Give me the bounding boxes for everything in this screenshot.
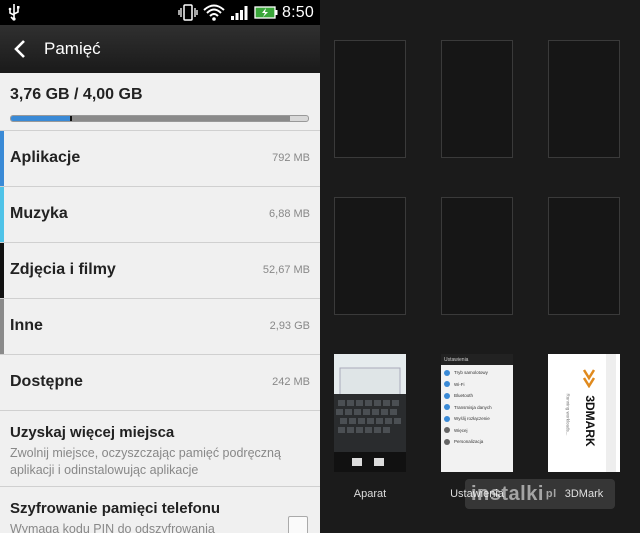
action-bar: Pamięć xyxy=(0,25,320,73)
thumb-settings-item: Personalizacja xyxy=(444,436,510,448)
status-bar: 8:50 xyxy=(0,0,320,25)
category-value: 52,67 MB xyxy=(262,264,310,276)
status-clock: 8:50 xyxy=(282,4,314,21)
encrypt-storage-summary: Wymaga kodu PIN do odszyfrowania xyxy=(10,522,215,533)
category-other[interactable]: Inne 2,93 GB xyxy=(0,299,320,355)
empty-app-slot xyxy=(334,197,406,315)
watermark-suffix: pl xyxy=(545,488,557,500)
wifi-icon xyxy=(203,4,225,21)
usage-segment-apps xyxy=(11,116,70,121)
thumb-settings-item-label: Tryb samolotowy xyxy=(454,370,488,375)
thumb-settings-item-label: Bluetooth xyxy=(454,393,474,398)
category-apps[interactable]: Aplikacje 792 MB xyxy=(0,131,320,187)
usage-segment-other xyxy=(72,116,291,121)
storage-usage-bar xyxy=(10,115,309,122)
encrypt-storage-checkbox[interactable] xyxy=(288,516,308,533)
watermark-logo: instalki pl xyxy=(465,479,615,509)
thumb-settings-item-label: Wyślij rozłączenie xyxy=(454,416,490,421)
category-label: Inne xyxy=(10,317,43,334)
thumb-settings-item: Więcej xyxy=(444,425,510,437)
usb-icon xyxy=(8,4,20,21)
page-title: Pamięć xyxy=(44,39,101,58)
thumb-settings-item: Wyślij rozłączenie xyxy=(444,413,510,425)
category-photos-videos[interactable]: Zdjęcia i filmy 52,67 MB xyxy=(0,243,320,299)
category-value: 242 MB xyxy=(272,376,310,388)
empty-app-slot xyxy=(441,40,513,158)
back-chevron-icon[interactable] xyxy=(12,39,28,59)
empty-app-slot xyxy=(548,197,620,315)
thumb-settings-item: Wi-Fi xyxy=(444,379,510,391)
category-color-stripe xyxy=(0,299,4,354)
category-color-stripe xyxy=(0,243,4,298)
battery-charging-icon xyxy=(254,6,278,19)
empty-app-slot xyxy=(441,197,513,315)
storage-total: 3,76 GB / 4,00 GB xyxy=(10,86,143,103)
empty-app-slot xyxy=(334,40,406,158)
thumb-settings-item-label: Więcej xyxy=(454,427,468,433)
thumb-settings-header: Ustawienia xyxy=(441,354,513,365)
signal-icon xyxy=(231,6,248,20)
3dmark-status: Running workloads... xyxy=(565,393,571,436)
watermark-text: instalki xyxy=(471,483,544,505)
category-label: Muzyka xyxy=(10,205,68,222)
get-more-space-summary: Zwolnij miejsce, oczyszczając pamięć pod… xyxy=(10,446,281,477)
get-more-space-item[interactable]: Uzyskaj więcej miejsca Zwolnij miejsce, … xyxy=(0,411,320,487)
thumb-settings-item-label: Personalizacja xyxy=(454,439,484,444)
thumb-settings-list: Tryb samolotowy Wi-Fi Bluetooth Transmis… xyxy=(441,365,513,450)
encrypt-storage-title: Szyfrowanie pamięci telefonu xyxy=(10,500,221,517)
category-color-stripe xyxy=(0,187,4,242)
thumb-settings-item-label: Wi-Fi xyxy=(454,381,465,387)
category-value: 2,93 GB xyxy=(269,320,310,332)
encrypt-storage-item[interactable]: Szyfrowanie pamięci telefonu Wymaga kodu… xyxy=(0,487,320,533)
vibrate-icon xyxy=(178,4,198,21)
3dmark-brand: 3DMARK xyxy=(583,395,597,447)
category-value: 792 MB xyxy=(272,152,310,164)
thumb-settings-item-label: Transmisja danych xyxy=(454,404,492,410)
recent-apps-screen: Aparat Ustawienia Tryb samolotowy Wi-Fi … xyxy=(320,0,640,533)
camera-preview-image xyxy=(334,354,406,472)
category-label: Dostępne xyxy=(10,373,83,390)
category-label: Aplikacje xyxy=(10,149,81,166)
category-available: Dostępne 242 MB xyxy=(0,355,320,411)
thumb-3dmark-edge xyxy=(606,354,616,472)
thumb-settings-item: Bluetooth xyxy=(444,390,510,402)
camera-thumbnail[interactable] xyxy=(334,354,406,472)
category-music[interactable]: Muzyka 6,88 MB xyxy=(0,187,320,243)
get-more-space-title: Uzyskaj więcej miejsca xyxy=(10,424,175,441)
storage-settings-screen: 8:50 Pamięć 3,76 GB / 4,00 GB Aplikacje … xyxy=(0,0,320,533)
empty-app-slot xyxy=(548,40,620,158)
thumb-settings-item: Transmisja danych xyxy=(444,402,510,414)
3dmark-thumbnail[interactable]: 3DMARK Running workloads... xyxy=(548,354,620,472)
storage-summary: 3,76 GB / 4,00 GB xyxy=(0,73,320,131)
settings-thumbnail[interactable]: Ustawienia Tryb samolotowy Wi-Fi Bluetoo… xyxy=(441,354,513,472)
category-value: 6,88 MB xyxy=(269,208,310,220)
recent-app-label-camera: Aparat xyxy=(353,488,387,500)
category-color-stripe xyxy=(0,131,4,186)
thumb-settings-item: Tryb samolotowy xyxy=(444,367,510,379)
category-label: Zdjęcia i filmy xyxy=(10,261,116,278)
